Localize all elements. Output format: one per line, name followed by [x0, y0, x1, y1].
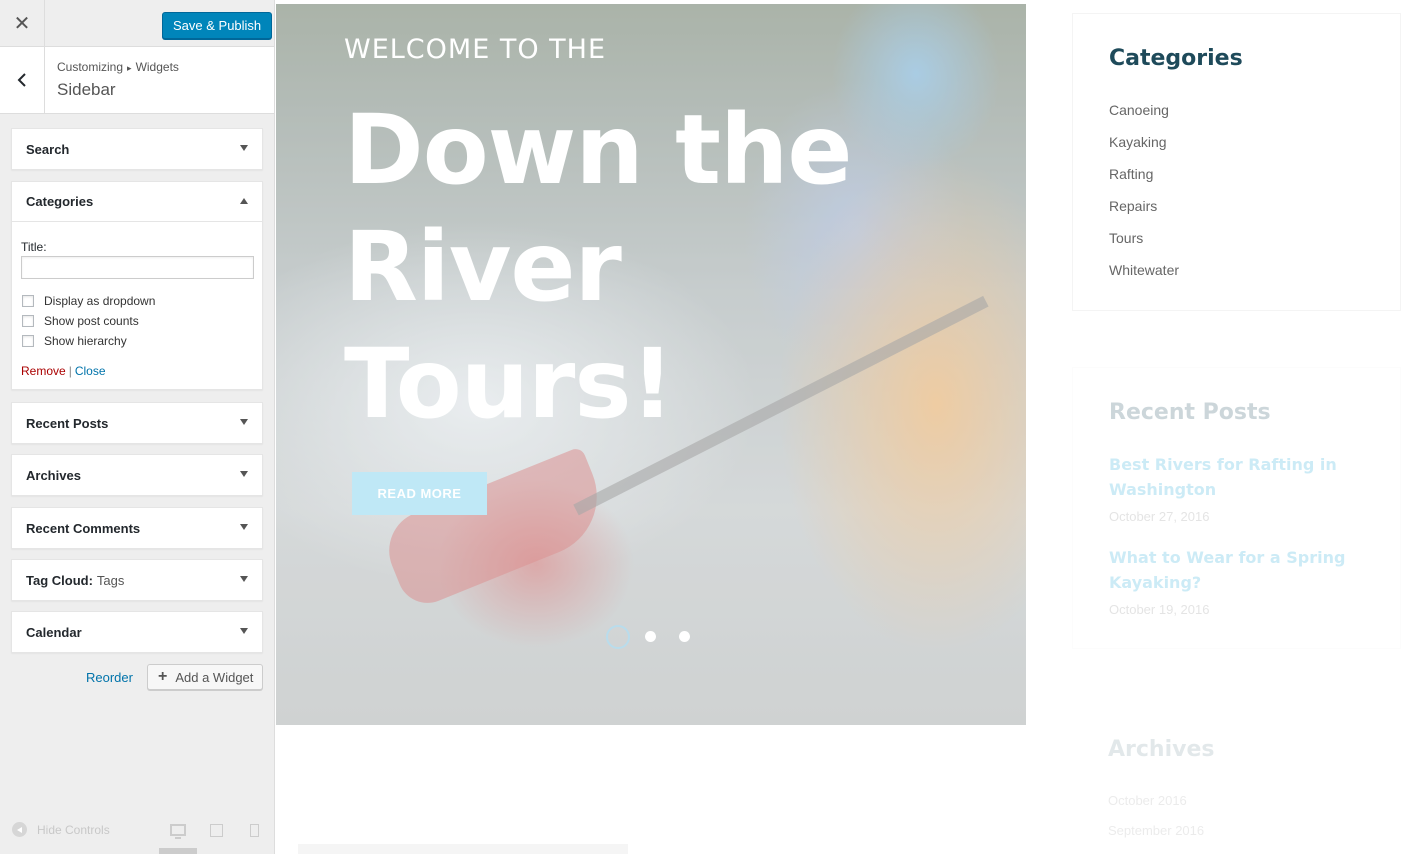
archives-widget-preview: Archives October 2016 September 2016 — [1072, 705, 1401, 854]
breadcrumb-separator-icon: ▸ — [127, 63, 132, 73]
slider-dot[interactable] — [679, 631, 690, 642]
expand-arrow-icon[interactable] — [240, 419, 248, 425]
remove-link[interactable]: Remove — [21, 364, 66, 378]
dropdown-checkbox[interactable] — [22, 295, 34, 307]
close-icon: ✕ — [13, 13, 31, 35]
title-input[interactable] — [21, 256, 254, 279]
archive-link[interactable]: September 2016 — [1108, 823, 1204, 838]
expand-arrow-icon[interactable] — [240, 576, 248, 582]
desktop-preview-icon[interactable] — [170, 824, 186, 839]
post-date: October 27, 2016 — [1109, 509, 1210, 524]
breadcrumb: Customizing ▸ Widgets — [57, 60, 179, 74]
hide-controls-button[interactable]: Hide Controls — [12, 822, 110, 837]
hero-title-line: River — [344, 211, 622, 323]
slider-dot-active[interactable] — [606, 625, 630, 649]
expand-arrow-icon[interactable] — [240, 524, 248, 530]
hero-kicker: WELCOME TO THE — [344, 34, 607, 65]
widget-header[interactable]: Archives — [12, 455, 262, 495]
category-link[interactable]: Repairs — [1109, 198, 1157, 214]
widget-calendar[interactable]: Calendar — [11, 611, 263, 653]
plus-icon: + — [158, 668, 168, 685]
widget-header[interactable]: Tag Cloud: Tags — [12, 560, 262, 600]
widget-recent-comments[interactable]: Recent Comments — [11, 507, 263, 549]
hero-title-line: Down the — [344, 94, 852, 206]
categories-widget-preview: Categories Canoeing Kayaking Rafting Rep… — [1072, 13, 1401, 311]
section-title-bar: Customizing ▸ Widgets Sidebar — [0, 47, 274, 114]
recent-posts-widget-preview: Recent Posts Best Rivers for Rafting in … — [1072, 367, 1401, 649]
content-strip — [298, 844, 628, 854]
widget-title: Tag Cloud: — [26, 572, 93, 588]
post-link[interactable]: Best Rivers for Rafting in Washington — [1109, 452, 1369, 502]
hero-slider: WELCOME TO THE Down the River Tours! REA… — [276, 4, 1026, 725]
post-link[interactable]: What to Wear for a Spring Kayaking? — [1109, 545, 1369, 595]
hierarchy-checkbox[interactable] — [22, 335, 34, 347]
post-date: October 19, 2016 — [1109, 602, 1210, 617]
widget-subtitle: Tags — [96, 572, 125, 588]
category-link[interactable]: Kayaking — [1109, 134, 1167, 150]
site-preview: WELCOME TO THE Down the River Tours! REA… — [276, 0, 1419, 854]
separator: | — [68, 364, 72, 378]
expand-arrow-icon[interactable] — [240, 628, 248, 634]
expand-arrow-icon[interactable] — [240, 471, 248, 477]
category-link[interactable]: Rafting — [1109, 166, 1153, 182]
chevron-left-icon — [17, 73, 26, 87]
checkbox-label: Show hierarchy — [44, 334, 127, 348]
hierarchy-checkbox-row[interactable]: Show hierarchy — [22, 334, 127, 348]
customizer-panel: ✕ Save & Publish Customizing ▸ Widgets Sid… — [0, 0, 275, 854]
category-link[interactable]: Whitewater — [1109, 262, 1179, 278]
dropdown-checkbox-row[interactable]: Display as dropdown — [22, 294, 155, 308]
title-label: Title: — [21, 240, 47, 254]
expand-arrow-icon[interactable] — [240, 145, 248, 151]
widget-actions: Remove | Close — [21, 364, 106, 378]
save-publish-button[interactable]: Save & Publish — [162, 12, 273, 39]
widget-header[interactable]: Categories — [12, 182, 262, 222]
widget-heading: Archives — [1108, 737, 1215, 762]
customizer-header: ✕ Save & Publish — [0, 0, 274, 47]
widget-title: Categories — [26, 194, 94, 209]
widget-title: Recent Comments — [26, 520, 141, 536]
tablet-preview-icon[interactable] — [210, 824, 223, 837]
widget-header[interactable]: Calendar — [12, 612, 262, 652]
add-widget-button[interactable]: + Add a Widget — [147, 664, 263, 690]
widget-archives[interactable]: Archives — [11, 454, 263, 496]
hide-controls-label: Hide Controls — [37, 822, 110, 837]
widget-title: Search — [26, 141, 70, 157]
widget-header[interactable]: Recent Posts — [12, 403, 262, 443]
checkbox-label: Display as dropdown — [44, 294, 156, 308]
collapse-arrow-icon[interactable] — [240, 198, 248, 204]
widget-title: Recent Posts — [26, 415, 109, 431]
checkbox-label: Show post counts — [44, 314, 139, 328]
widget-categories[interactable]: Categories Title: Display as dropdown Sh… — [11, 181, 263, 390]
widget-tag-cloud[interactable]: Tag Cloud: Tags — [11, 559, 263, 601]
close-customizer-button[interactable]: ✕ — [0, 0, 45, 47]
hero-title-line: Tours! — [344, 328, 674, 440]
read-more-button[interactable]: READ MORE — [352, 472, 487, 515]
close-link[interactable]: Close — [75, 364, 106, 378]
widget-search[interactable]: Search — [11, 128, 263, 170]
widget-recent-posts[interactable]: Recent Posts — [11, 402, 263, 444]
category-link[interactable]: Canoeing — [1109, 102, 1169, 118]
breadcrumb-root: Customizing — [57, 60, 124, 74]
add-widget-label: Add a Widget — [175, 669, 254, 685]
archive-link[interactable]: October 2016 — [1108, 793, 1187, 808]
section-title: Sidebar — [57, 80, 116, 99]
back-button[interactable] — [0, 47, 45, 113]
widget-title: Calendar — [26, 624, 82, 640]
customizer-footer: Hide Controls — [0, 810, 275, 854]
post-counts-checkbox[interactable] — [22, 315, 34, 327]
active-device-indicator — [159, 848, 197, 854]
widget-heading: Categories — [1109, 46, 1243, 71]
breadcrumb-parent: Widgets — [135, 60, 179, 74]
widget-header[interactable]: Search — [12, 129, 262, 169]
hero-title: Down the River Tours! — [344, 92, 904, 443]
reorder-link[interactable]: Reorder — [86, 670, 133, 685]
post-counts-checkbox-row[interactable]: Show post counts — [22, 314, 139, 328]
slider-dot[interactable] — [645, 631, 656, 642]
widget-title: Archives — [26, 467, 81, 483]
widget-heading: Recent Posts — [1109, 400, 1271, 425]
category-link[interactable]: Tours — [1109, 230, 1143, 246]
widget-header[interactable]: Recent Comments — [12, 508, 262, 548]
mobile-preview-icon[interactable] — [250, 824, 259, 837]
collapse-icon — [12, 822, 27, 837]
